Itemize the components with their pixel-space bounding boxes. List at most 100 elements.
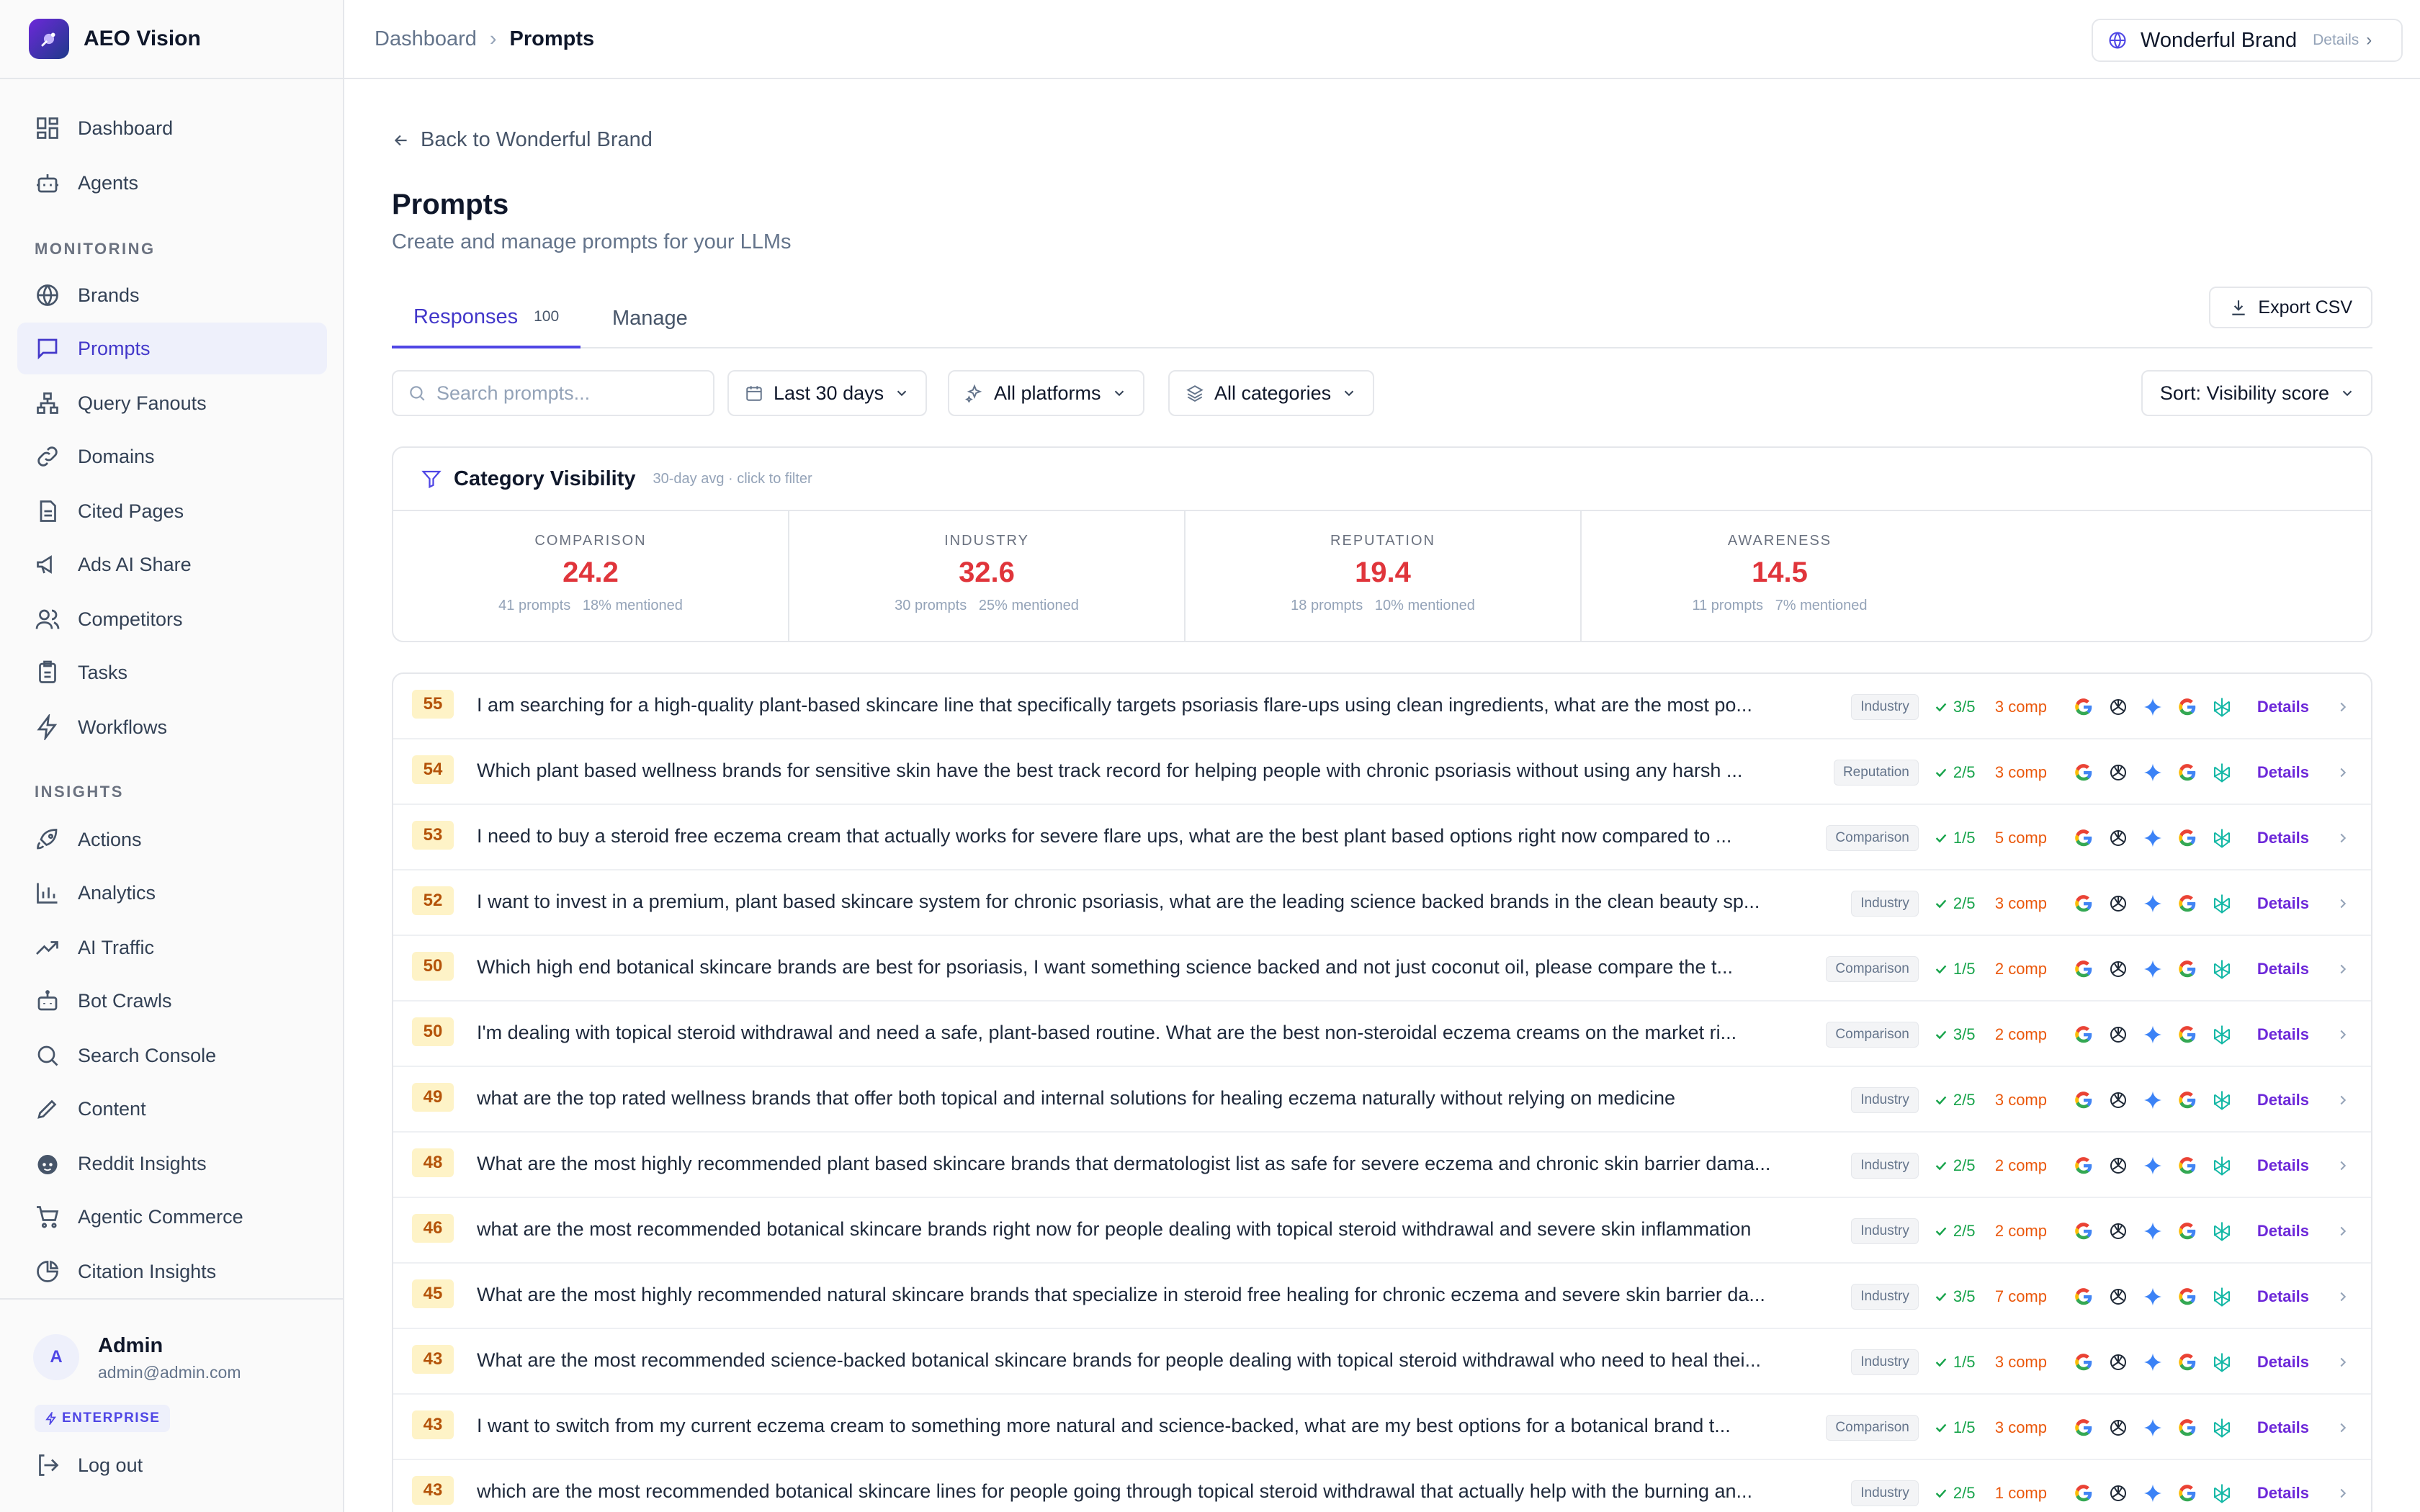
sidebar-item-tasks[interactable]: Tasks xyxy=(17,647,327,698)
brand-selector[interactable]: Wonderful Brand Details › xyxy=(2092,19,2403,62)
prompt-text[interactable]: What are the most recommended science-ba… xyxy=(477,1349,1806,1372)
logout-button[interactable]: Log out xyxy=(35,1452,143,1478)
sidebar-item-dashboard[interactable]: Dashboard xyxy=(17,102,327,154)
prompt-row[interactable]: 43 which are the most recommended botani… xyxy=(393,1460,2371,1512)
sidebar-item-content[interactable]: Content xyxy=(17,1083,327,1135)
sidebar-item-agentic-commerce[interactable]: Agentic Commerce xyxy=(17,1191,327,1243)
details-link[interactable]: Details xyxy=(2257,829,2309,847)
prompt-row[interactable]: 53 I need to buy a steroid free eczema c… xyxy=(393,805,2371,870)
prompt-row[interactable]: 54 Which plant based wellness brands for… xyxy=(393,739,2371,805)
app-logo-row[interactable]: AEO Vision xyxy=(0,0,343,79)
prompt-text[interactable]: what are the most recommended botanical … xyxy=(477,1218,1806,1241)
details-link[interactable]: Details xyxy=(2257,1484,2309,1503)
prompt-text[interactable]: I'm dealing with topical steroid withdra… xyxy=(477,1022,1806,1044)
chevron-right-icon[interactable] xyxy=(2335,1289,2351,1305)
sidebar-item-agents[interactable]: Agents xyxy=(17,157,327,209)
breadcrumb-dashboard[interactable]: Dashboard xyxy=(375,27,477,51)
category-card-awareness[interactable]: AWARENESS 14.5 11 prompts 7% mentioned xyxy=(1582,511,1978,642)
details-link[interactable]: Details xyxy=(2257,1091,2309,1110)
category-card-comparison[interactable]: COMPARISON 24.2 41 prompts 18% mentioned xyxy=(393,511,789,642)
sidebar-item-brands[interactable]: Brands xyxy=(17,269,327,321)
details-link[interactable]: Details xyxy=(2257,763,2309,782)
prompt-text[interactable]: what are the top rated wellness brands t… xyxy=(477,1087,1806,1110)
sidebar-item-reddit-insights[interactable]: Reddit Insights xyxy=(17,1138,327,1189)
prompt-row[interactable]: 46 what are the most recommended botanic… xyxy=(393,1198,2371,1264)
prompt-row[interactable]: 45 What are the most highly recommended … xyxy=(393,1264,2371,1329)
sidebar-item-actions[interactable]: Actions xyxy=(17,814,327,865)
back-link[interactable]: Back to Wonderful Brand xyxy=(392,128,653,152)
prompt-row[interactable]: 50 Which high end botanical skincare bra… xyxy=(393,936,2371,1002)
sidebar-item-domains[interactable]: Domains xyxy=(17,431,327,482)
perplexity-icon xyxy=(2213,894,2230,914)
chevron-right-icon[interactable] xyxy=(2335,1158,2351,1174)
brand-details-link[interactable]: Details xyxy=(2313,32,2359,49)
sidebar-item-bot-crawls[interactable]: Bot Crawls xyxy=(17,975,327,1027)
details-link[interactable]: Details xyxy=(2257,1025,2309,1044)
prompt-text[interactable]: I am searching for a high-quality plant-… xyxy=(477,694,1806,716)
chevron-right-icon[interactable] xyxy=(2335,896,2351,912)
prompt-text[interactable]: I want to switch from my current eczema … xyxy=(477,1415,1806,1437)
chevron-right-icon[interactable] xyxy=(2335,1223,2351,1239)
prompt-text[interactable]: I want to invest in a premium, plant bas… xyxy=(477,891,1806,913)
search-box[interactable] xyxy=(392,370,714,416)
prompt-row[interactable]: 55 I am searching for a high-quality pla… xyxy=(393,674,2371,739)
chevron-right-icon[interactable] xyxy=(2335,1027,2351,1043)
sidebar-item-ads-ai-share[interactable]: Ads AI Share xyxy=(17,539,327,590)
sidebar-item-search-console[interactable]: Search Console xyxy=(17,1030,327,1081)
export-csv-button[interactable]: Export CSV xyxy=(2209,287,2372,328)
tab-responses[interactable]: Responses 100 xyxy=(392,288,581,348)
reddit-icon xyxy=(37,1155,58,1174)
chevron-right-icon[interactable] xyxy=(2335,1092,2351,1108)
category-dropdown[interactable]: All categories xyxy=(1168,370,1375,416)
chevron-right-icon[interactable] xyxy=(2335,830,2351,846)
details-link[interactable]: Details xyxy=(2257,1353,2309,1372)
prompt-text[interactable]: Which high end botanical skincare brands… xyxy=(477,956,1806,978)
search-input[interactable] xyxy=(436,382,696,405)
date-range-dropdown[interactable]: Last 30 days xyxy=(727,370,928,416)
prompt-text[interactable]: which are the most recommended botanical… xyxy=(477,1480,1806,1503)
prompt-text[interactable]: I need to buy a steroid free eczema crea… xyxy=(477,825,1806,847)
check-icon xyxy=(1935,1161,1947,1170)
prompt-row[interactable]: 52 I want to invest in a premium, plant … xyxy=(393,870,2371,936)
sort-dropdown[interactable]: Sort: Visibility score xyxy=(2141,370,2372,416)
details-link[interactable]: Details xyxy=(2257,894,2309,913)
sidebar-item-analytics[interactable]: Analytics xyxy=(17,867,327,919)
details-link[interactable]: Details xyxy=(2257,960,2309,978)
category-card-reputation[interactable]: REPUTATION 19.4 18 prompts 10% mentioned xyxy=(1186,511,1582,642)
sidebar-item-ai-traffic[interactable]: AI Traffic xyxy=(17,922,327,973)
chevron-right-icon[interactable] xyxy=(2335,1485,2351,1501)
category-card-industry[interactable]: INDUSTRY 32.6 30 prompts 25% mentioned xyxy=(789,511,1186,642)
avatar[interactable]: A xyxy=(33,1334,79,1380)
sidebar-item-label: Agentic Commerce xyxy=(78,1205,243,1228)
tab-manage[interactable]: Manage xyxy=(598,288,702,348)
details-link[interactable]: Details xyxy=(2257,1222,2309,1241)
prompt-row[interactable]: 43 I want to switch from my current ecze… xyxy=(393,1395,2371,1460)
chevron-right-icon[interactable] xyxy=(2335,1420,2351,1436)
details-link[interactable]: Details xyxy=(2257,1418,2309,1437)
chevron-right-icon[interactable] xyxy=(2335,1354,2351,1370)
sidebar-item-query-fanouts[interactable]: Query Fanouts xyxy=(17,377,327,429)
prompt-text[interactable]: Which plant based wellness brands for se… xyxy=(477,760,1806,782)
prompt-text[interactable]: What are the most highly recommended pla… xyxy=(477,1153,1806,1175)
sidebar-item-cited-pages[interactable]: Cited Pages xyxy=(17,485,327,537)
openai-icon xyxy=(2110,1157,2126,1174)
details-link[interactable]: Details xyxy=(2257,1156,2309,1175)
sidebar-item-competitors[interactable]: Competitors xyxy=(17,593,327,645)
prompt-row[interactable]: 48 What are the most highly recommended … xyxy=(393,1133,2371,1198)
prompt-row[interactable]: 49 what are the top rated wellness brand… xyxy=(393,1067,2371,1133)
visibility-score-badge: 50 xyxy=(412,1017,454,1046)
chevron-right-icon[interactable] xyxy=(2335,961,2351,977)
prompt-row[interactable]: 50 I'm dealing with topical steroid with… xyxy=(393,1002,2371,1067)
sidebar-item-prompts[interactable]: Prompts xyxy=(17,323,327,374)
sidebar-item-citation-insights[interactable]: Citation Insights xyxy=(17,1246,327,1297)
check-icon xyxy=(1935,1030,1947,1039)
platform-dropdown[interactable]: All platforms xyxy=(948,370,1144,416)
chevron-right-icon[interactable] xyxy=(2335,765,2351,780)
openai-icon xyxy=(2110,1223,2126,1239)
prompt-text[interactable]: What are the most highly recommended nat… xyxy=(477,1284,1806,1306)
prompt-row[interactable]: 43 What are the most recommended science… xyxy=(393,1329,2371,1395)
details-link[interactable]: Details xyxy=(2257,698,2309,716)
details-link[interactable]: Details xyxy=(2257,1287,2309,1306)
chevron-right-icon[interactable] xyxy=(2335,699,2351,715)
sidebar-item-workflows[interactable]: Workflows xyxy=(17,701,327,753)
